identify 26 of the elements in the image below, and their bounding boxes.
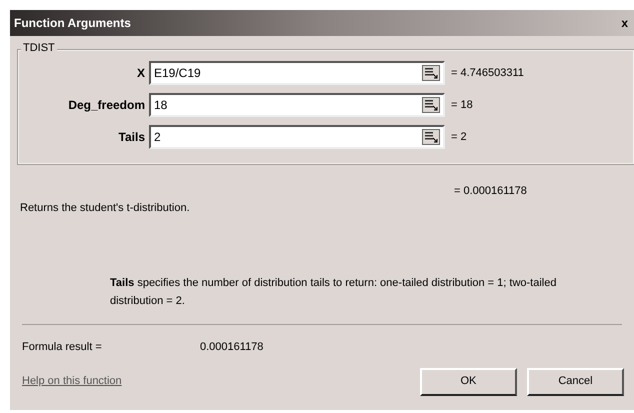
argument-label: Deg_freedom bbox=[67, 97, 146, 114]
argument-label: X bbox=[136, 65, 146, 82]
collapse-dialog-icon[interactable] bbox=[422, 129, 440, 145]
group-title: TDIST bbox=[21, 43, 57, 54]
window-title: Function Arguments bbox=[14, 15, 131, 32]
collapse-dialog-icon[interactable] bbox=[422, 97, 440, 113]
dialog-button[interactable]: Cancel bbox=[526, 368, 624, 396]
formula-result-label: Formula result = bbox=[22, 340, 103, 355]
field-value: 18 bbox=[153, 97, 168, 114]
argument-field[interactable]: 18 bbox=[149, 93, 445, 117]
field-value: E19/C19 bbox=[153, 65, 201, 82]
collapse-dialog-icon[interactable] bbox=[422, 65, 440, 81]
function-description: Returns the student's t-distribution. bbox=[20, 203, 190, 214]
argument-label: Tails bbox=[118, 129, 146, 146]
close-button[interactable]: x bbox=[621, 17, 628, 29]
argument-help-text: Tails specifies the number of distribution tails to return: one-tailed distribution = 1; two-tailed distribution = 2. bbox=[110, 276, 558, 309]
help-link[interactable]: Help on this function bbox=[22, 373, 420, 390]
formula-result-value: 0.000161178 bbox=[200, 340, 264, 355]
argument-result: = 4.746503311 bbox=[451, 66, 524, 81]
argument-result: = 18 bbox=[451, 98, 473, 113]
argument-field[interactable]: E19/C19 bbox=[149, 61, 445, 85]
argument-result: = 2 bbox=[451, 130, 467, 145]
dialog-button[interactable]: OK bbox=[420, 368, 517, 396]
function-result: = 0.000161178 bbox=[454, 186, 528, 197]
argument-field[interactable]: 2 bbox=[149, 125, 445, 149]
field-value: 2 bbox=[153, 129, 161, 146]
